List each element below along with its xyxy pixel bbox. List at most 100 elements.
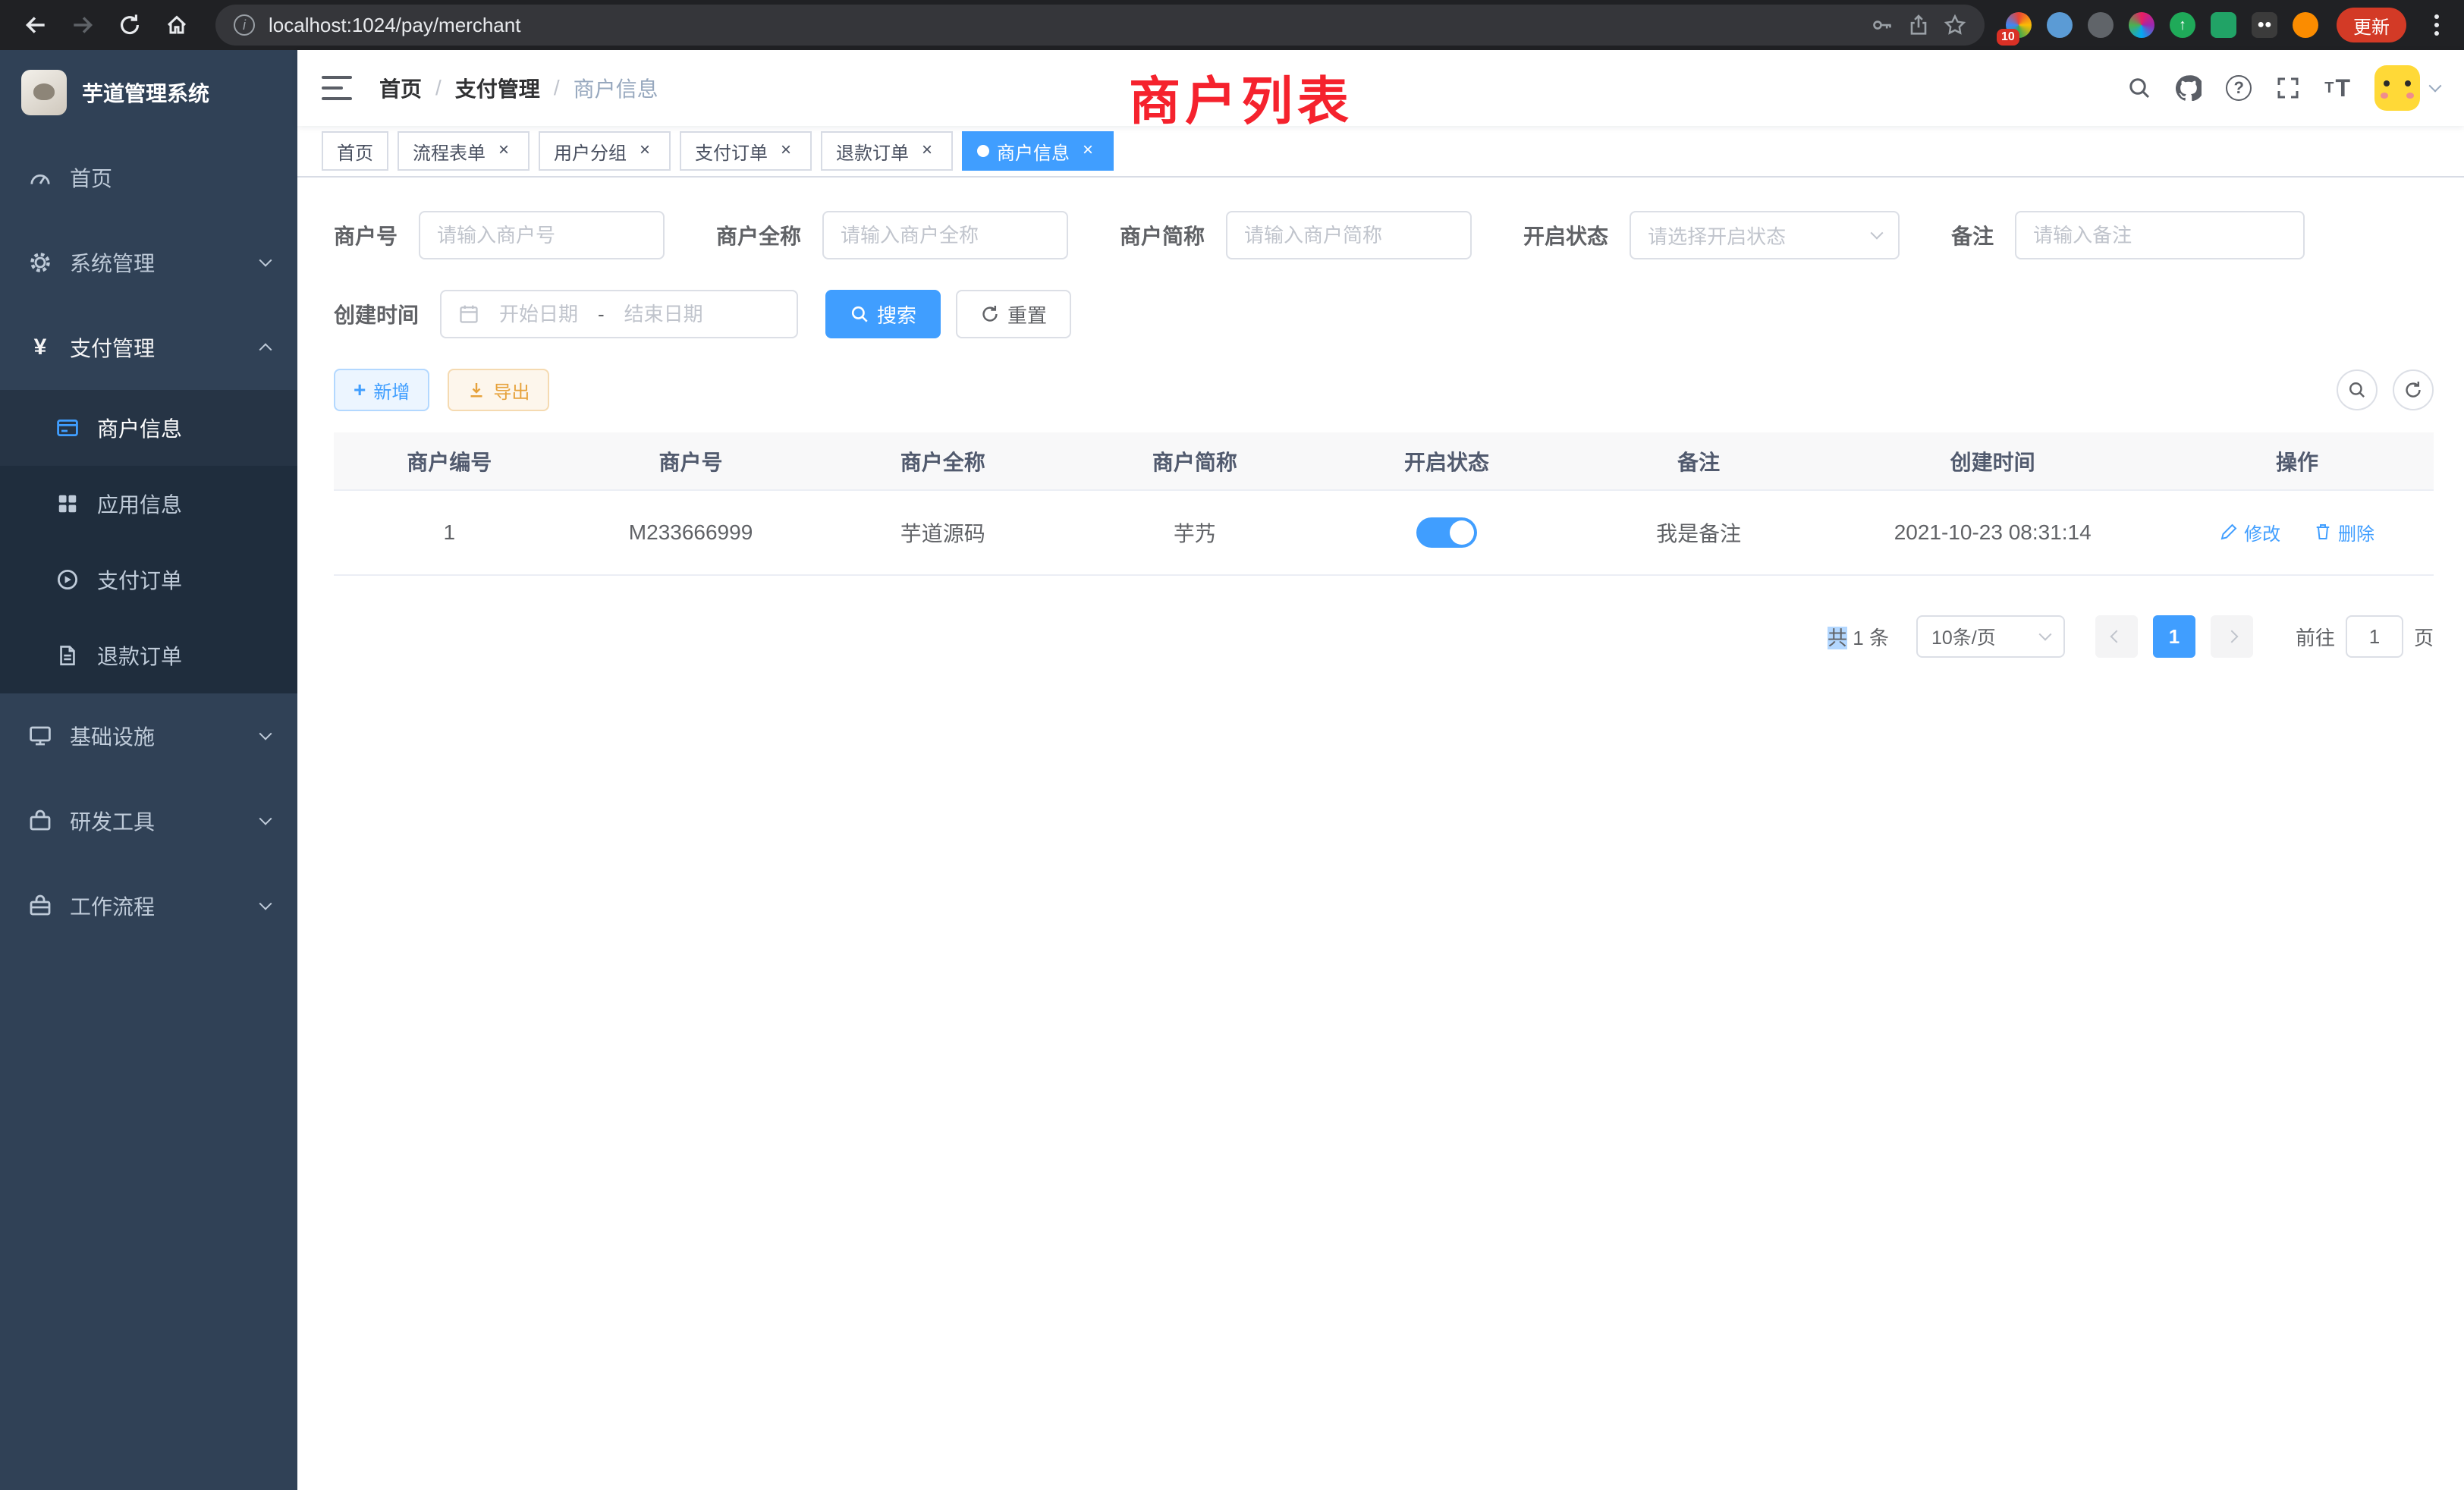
browser-update-button[interactable]: 更新 (2337, 8, 2406, 42)
prev-page-button[interactable] (2095, 615, 2138, 658)
browser-menu-icon[interactable] (2425, 14, 2449, 36)
dashboard-icon (27, 165, 53, 190)
extension-gray-icon[interactable] (2088, 12, 2114, 38)
close-icon[interactable]: × (634, 140, 655, 162)
remark-input[interactable] (2015, 211, 2305, 259)
next-page-button[interactable] (2211, 615, 2253, 658)
bookmark-star-icon[interactable] (1944, 14, 1966, 36)
sidebar-toggle-icon[interactable] (322, 76, 352, 100)
tags-view-bar: 首页 流程表单 × 用户分组 × 支付订单 × 退款订单 × (297, 126, 2464, 178)
yen-icon: ¥ (27, 335, 53, 360)
refresh-icon[interactable] (2393, 369, 2434, 410)
help-icon[interactable]: ? (2226, 75, 2252, 101)
search-button[interactable]: 搜索 (825, 290, 941, 338)
password-key-icon[interactable] (1871, 14, 1894, 36)
github-icon[interactable] (2176, 75, 2202, 101)
full-name-input[interactable] (822, 211, 1068, 259)
sidebar-item-system[interactable]: 系统管理 (0, 220, 297, 305)
browser-reload-icon[interactable] (109, 5, 150, 46)
annotation-overlay: 商户列表 (1129, 59, 1353, 134)
close-icon[interactable]: × (916, 140, 938, 162)
browser-forward-icon[interactable] (62, 5, 103, 46)
extension-blue-icon[interactable] (2047, 12, 2073, 38)
page-info-icon[interactable]: i (234, 14, 255, 36)
sidebar-item-label: 研发工具 (70, 806, 155, 836)
goto-label: 前往 (2296, 623, 2335, 651)
merchant-no-input[interactable] (419, 211, 665, 259)
trash-icon (2314, 523, 2332, 541)
breadcrumb-payment[interactable]: 支付管理 (455, 73, 540, 103)
goto-page-input[interactable] (2346, 615, 2403, 658)
browser-back-icon[interactable] (15, 5, 56, 46)
navbar-tools: ? TT (2127, 65, 2440, 111)
breadcrumb-home[interactable]: 首页 (379, 73, 422, 103)
extension-badge: 10 (1997, 29, 2019, 46)
screen: i localhost:1024/pay/merchant 10 ↑ ●● (0, 0, 2464, 1490)
status-select[interactable]: 请选择开启状态 (1630, 211, 1900, 259)
fullscreen-icon[interactable] (2276, 76, 2300, 100)
edit-button[interactable]: 修改 (2220, 519, 2280, 545)
toolbox-icon (27, 809, 53, 833)
close-icon[interactable]: × (493, 140, 514, 162)
extension-orange-icon[interactable] (2293, 12, 2318, 38)
delete-button[interactable]: 删除 (2314, 519, 2374, 545)
tab-user-group[interactable]: 用户分组 × (539, 131, 671, 171)
tab-home[interactable]: 首页 (322, 131, 388, 171)
circle-play-icon (55, 567, 80, 592)
sidebar-item-payment[interactable]: ¥ 支付管理 (0, 305, 297, 390)
reset-button[interactable]: 重置 (956, 290, 1071, 338)
export-button[interactable]: 导出 (448, 369, 549, 411)
extension-dark-icon[interactable]: ●● (2252, 12, 2277, 38)
merchant-no-label: 商户号 (334, 220, 398, 250)
close-icon[interactable]: × (775, 140, 797, 162)
search-icon[interactable] (2127, 76, 2151, 100)
cell-short-name: 芋艿 (1069, 490, 1321, 575)
sidebar-item-app-info[interactable]: 应用信息 (0, 466, 297, 542)
date-end-input (615, 303, 712, 326)
page-size-select[interactable]: 10条/页 (1916, 615, 2065, 658)
tab-process-form[interactable]: 流程表单 × (398, 131, 530, 171)
sidebar-item-merchant-info[interactable]: 商户信息 (0, 390, 297, 466)
extension-badged-icon[interactable]: 10 (2006, 12, 2032, 38)
sidebar-item-dev-tools[interactable]: 研发工具 (0, 778, 297, 863)
chevron-down-icon (259, 897, 272, 910)
extension-green-square-icon[interactable] (2211, 12, 2236, 38)
date-separator: - (598, 303, 605, 326)
user-avatar-menu[interactable] (2374, 65, 2440, 111)
sidebar-item-home[interactable]: 首页 (0, 135, 297, 220)
download-icon (467, 381, 486, 399)
short-name-input[interactable] (1226, 211, 1472, 259)
plus-icon: + (354, 379, 366, 401)
gear-icon (27, 250, 53, 275)
breadcrumb: 首页 / 支付管理 / 商户信息 (379, 73, 658, 103)
share-icon[interactable] (1907, 14, 1930, 36)
cell-full-name: 芋道源码 (817, 490, 1069, 575)
sidebar-item-infrastructure[interactable]: 基础设施 (0, 693, 297, 778)
pagination: 共 1 条 10条/页 1 前往 页 (334, 615, 2434, 658)
font-size-icon[interactable]: TT (2324, 74, 2350, 102)
page-number-button[interactable]: 1 (2153, 615, 2195, 658)
sidebar-item-pay-order[interactable]: 支付订单 (0, 542, 297, 618)
active-dot-icon (977, 145, 989, 157)
create-time-range-picker[interactable]: - (440, 290, 798, 338)
add-button[interactable]: + 新增 (334, 369, 429, 411)
sidebar-item-label: 系统管理 (70, 247, 155, 278)
sidebar-item-workflow[interactable]: 工作流程 (0, 863, 297, 948)
pagination-total: 共 1 条 (1828, 623, 1889, 651)
sidebar-item-refund-order[interactable]: 退款订单 (0, 618, 297, 693)
close-icon[interactable]: × (1077, 140, 1098, 162)
tab-merchant-info[interactable]: 商户信息 × (962, 131, 1114, 171)
app-logo[interactable]: 芋道管理系统 (0, 50, 297, 135)
tab-refund-order[interactable]: 退款订单 × (821, 131, 953, 171)
browser-home-icon[interactable] (156, 5, 197, 46)
extension-color-icon[interactable] (2129, 12, 2154, 38)
sidebar: 芋道管理系统 首页 系统管理 ¥ 支付管理 (0, 50, 297, 1490)
url-bar[interactable]: i localhost:1024/pay/merchant (215, 5, 1985, 46)
tab-pay-order[interactable]: 支付订单 × (680, 131, 812, 171)
extension-green-circle-icon[interactable]: ↑ (2170, 12, 2195, 38)
col-header: 创建时间 (1824, 432, 2161, 490)
tab-label: 首页 (337, 138, 373, 165)
toggle-search-icon[interactable] (2337, 369, 2378, 410)
status-toggle[interactable] (1416, 517, 1477, 548)
monitor-icon (27, 724, 53, 748)
